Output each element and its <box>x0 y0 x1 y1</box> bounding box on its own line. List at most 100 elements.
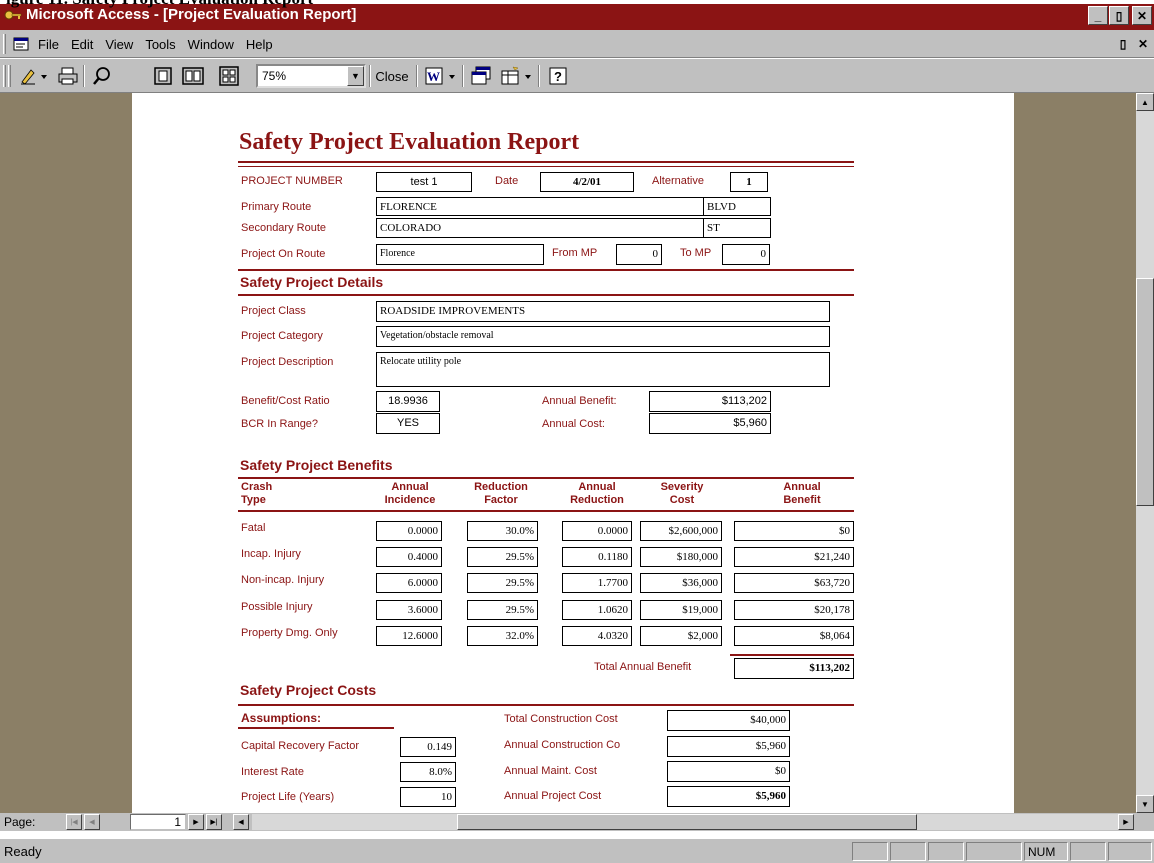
scroll-right-icon[interactable]: ▶ <box>1118 814 1134 830</box>
zoom-button[interactable] <box>90 64 114 88</box>
two-pages-button[interactable] <box>180 64 206 88</box>
mdi-close-button[interactable]: ✕ <box>1134 35 1152 52</box>
menu-tools[interactable]: Tools <box>145 37 175 52</box>
printer-icon <box>58 67 78 85</box>
title-bar: igure 11. Safety Project Evaluation Repo… <box>0 0 1154 30</box>
bcr-field: 18.9936 <box>376 391 440 412</box>
scroll-down-icon[interactable]: ▼ <box>1136 795 1154 813</box>
col-severity-cost: Severity Cost <box>660 481 704 506</box>
report-document-icon[interactable] <box>13 36 29 52</box>
design-view-icon <box>21 69 47 85</box>
page-label: Page: <box>4 815 36 829</box>
mdi-restore-button[interactable]: ▯ <box>1114 35 1132 52</box>
menu-edit[interactable]: Edit <box>71 37 93 52</box>
menu-view[interactable]: View <box>105 37 133 52</box>
restore-button[interactable]: ▯ <box>1109 6 1129 25</box>
secondary-route-field: COLORADO <box>376 218 704 238</box>
multiple-pages-button[interactable] <box>216 64 242 88</box>
first-page-icon[interactable]: |◀ <box>66 814 82 830</box>
secondary-route-suffix: ST <box>703 218 771 238</box>
status-bar: Ready NUM <box>0 838 1154 863</box>
horizontal-scroll-thumb[interactable] <box>457 814 917 830</box>
last-page-icon[interactable]: ▶| <box>206 814 222 830</box>
previous-page-icon[interactable]: ◀ <box>84 814 100 830</box>
benefits-heading: Safety Project Benefits <box>240 457 393 473</box>
next-page-icon[interactable]: ▶ <box>188 814 204 830</box>
help-button[interactable]: ? <box>545 64 571 88</box>
on-route-field: Florence <box>376 244 544 265</box>
annual-benefit-cell: $0 <box>734 521 854 541</box>
primary-route-field: FLORENCE <box>376 197 704 216</box>
close-preview-button[interactable]: Close <box>372 64 412 88</box>
status-panel-4 <box>966 842 1022 861</box>
project-number-label: PROJECT NUMBER <box>241 175 343 187</box>
status-panel-1 <box>852 842 888 861</box>
bcr-label: Benefit/Cost Ratio <box>241 395 330 407</box>
new-object-button[interactable] <box>498 64 536 88</box>
access-key-icon <box>4 10 22 20</box>
interest-field: 8.0% <box>400 762 456 782</box>
project-category-field: Vegetation/obstacle removal <box>376 326 830 347</box>
from-mp-field: 0 <box>616 244 662 265</box>
col-annual-benefit: Annual Benefit <box>783 481 821 506</box>
one-page-button[interactable] <box>150 64 176 88</box>
severity-cost-cell: $36,000 <box>640 573 722 593</box>
reduction-factor-cell: 29.5% <box>467 573 538 593</box>
zoom-combo[interactable]: 75% ▼ <box>256 64 366 88</box>
chevron-down-icon[interactable]: ▼ <box>347 66 364 86</box>
horizontal-scrollbar[interactable] <box>252 814 1132 830</box>
severity-cost-cell: $2,600,000 <box>640 521 722 541</box>
page-number-input[interactable]: 1 <box>130 814 186 830</box>
col-annual-incidence: Annual Incidence <box>384 481 436 506</box>
menu-help[interactable]: Help <box>246 37 273 52</box>
close-button[interactable]: ✕ <box>1132 6 1152 25</box>
annual-project-field: $5,960 <box>667 786 790 807</box>
svg-text:W: W <box>427 69 440 84</box>
reduction-factor-cell: 30.0% <box>467 521 538 541</box>
toolbar-grip-2[interactable] <box>8 65 11 87</box>
svg-text:?: ? <box>554 69 562 84</box>
window-title: Microsoft Access - [Project Evaluation R… <box>26 6 357 23</box>
annual-cost-field: $5,960 <box>649 413 771 434</box>
view-button[interactable] <box>16 64 52 88</box>
vertical-scroll-thumb[interactable] <box>1136 278 1154 506</box>
menu-grip[interactable] <box>3 34 6 54</box>
scroll-left-icon[interactable]: ◀ <box>233 814 249 830</box>
crash-type-label: Incap. Injury <box>241 548 301 560</box>
zoom-value: 75% <box>262 69 287 83</box>
total-benefit-label: Total Annual Benefit <box>594 661 692 673</box>
vertical-scrollbar[interactable]: ▲ ▼ <box>1136 93 1154 813</box>
details-heading: Safety Project Details <box>240 274 384 290</box>
menu-file[interactable]: File <box>38 37 59 52</box>
annual-reduction-cell: 0.1180 <box>562 547 632 567</box>
project-description-label: Project Description <box>241 356 334 368</box>
primary-route-suffix: BLVD <box>703 197 771 216</box>
officelinks-button[interactable]: W <box>422 64 460 88</box>
two-pages-icon <box>182 67 204 85</box>
print-button[interactable] <box>56 64 80 88</box>
toolbar-grip[interactable] <box>3 65 6 87</box>
severity-cost-cell: $180,000 <box>640 547 722 567</box>
total-construction-field: $40,000 <box>667 710 790 731</box>
project-class-field: ROADSIDE IMPROVEMENTS <box>376 301 830 322</box>
status-panel-3 <box>928 842 964 861</box>
costs-heading: Safety Project Costs <box>240 682 377 698</box>
total-construction-label: Total Construction Cost <box>504 713 618 725</box>
bcr-range-label: BCR In Range? <box>241 418 319 430</box>
from-mp-label: From MP <box>552 247 598 259</box>
annual-project-label: Annual Project Cost <box>504 790 602 802</box>
annual-reduction-cell: 1.0620 <box>562 600 632 620</box>
database-window-icon <box>471 66 491 85</box>
database-window-button[interactable] <box>468 64 494 88</box>
annual-benefit-cell: $21,240 <box>734 547 854 567</box>
annual-incidence-cell: 0.0000 <box>376 521 442 541</box>
project-description-field: Relocate utility pole <box>376 352 830 387</box>
col-crash-type: Crash Type <box>241 481 273 506</box>
menu-window[interactable]: Window <box>188 37 234 52</box>
annual-construction-field: $5,960 <box>667 736 790 757</box>
crash-type-label: Property Dmg. Only <box>241 627 338 639</box>
print-preview-toolbar: 75% ▼ Close W ? <box>0 59 1154 93</box>
minimize-button[interactable]: _ <box>1088 6 1108 25</box>
scroll-up-icon[interactable]: ▲ <box>1136 93 1154 111</box>
col-annual-reduction: Annual Reduction <box>570 481 624 506</box>
